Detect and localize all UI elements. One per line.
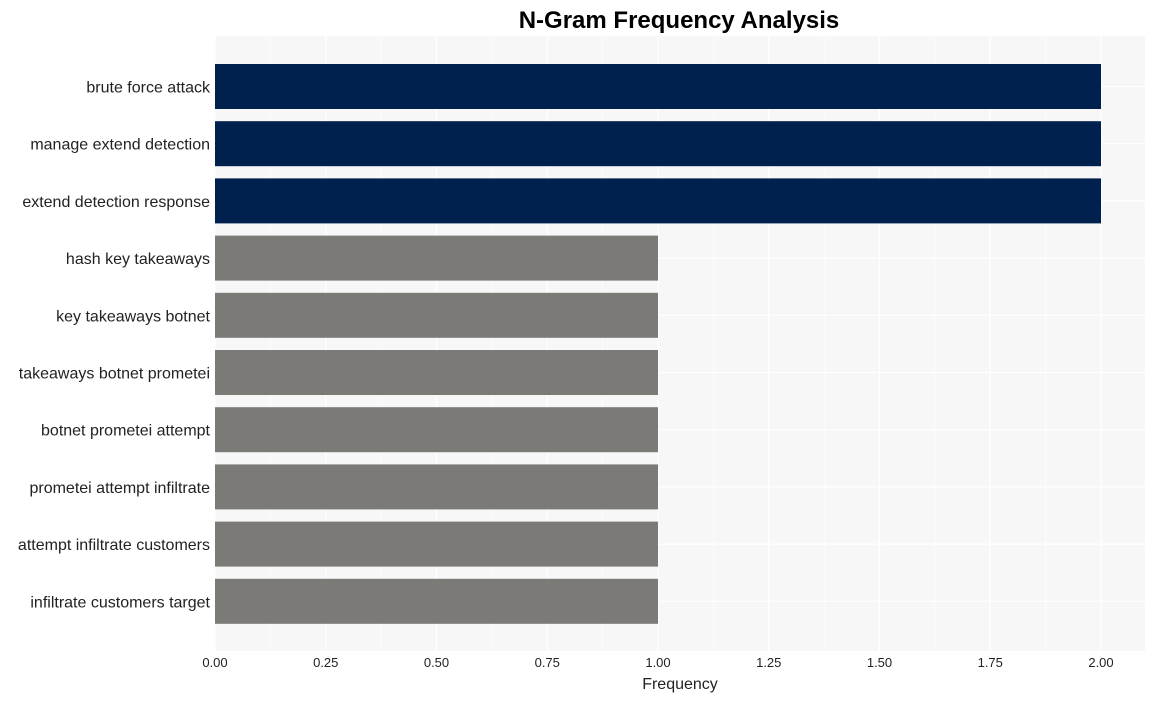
y-tick-label: takeaways botnet prometei: [19, 366, 210, 383]
bar: [215, 64, 1101, 109]
y-axis-labels: brute force attack manage extend detectio…: [18, 80, 211, 612]
x-tick-label: 1.50: [867, 655, 892, 670]
x-tick-label: 0.75: [535, 655, 560, 670]
x-axis-title: Frequency: [642, 676, 718, 693]
chart-title: N-Gram Frequency Analysis: [519, 7, 840, 34]
x-tick-label: 2.00: [1088, 655, 1113, 670]
bar: [215, 350, 658, 395]
x-tick-label: 1.25: [756, 655, 781, 670]
x-tick-label: 0.00: [202, 655, 227, 670]
y-tick-label: manage extend detection: [30, 137, 210, 154]
bar: [215, 464, 658, 510]
y-tick-label: prometei attempt infiltrate: [29, 480, 210, 497]
x-tick-label: 1.75: [978, 655, 1003, 670]
x-tick-label: 1.00: [645, 655, 670, 670]
bar: [215, 235, 658, 281]
x-axis-ticks: 0.00 0.25 0.50 0.75 1.00 1.25 1.50 1.75 2.00: [202, 655, 1113, 670]
bar: [215, 407, 658, 453]
bar: [215, 178, 1101, 224]
bar: [215, 578, 658, 624]
bar: [215, 121, 1101, 167]
bar: [215, 521, 658, 567]
y-tick-label: botnet prometei attempt: [41, 423, 211, 440]
ngram-bar-chart: N-Gram Frequency Analysis brute force at…: [18, 7, 1145, 693]
y-tick-label: hash key takeaways: [66, 251, 210, 268]
y-tick-label: infiltrate customers target: [30, 594, 210, 611]
x-tick-label: 0.50: [424, 655, 449, 670]
x-tick-label: 0.25: [313, 655, 338, 670]
y-tick-label: extend detection response: [22, 194, 210, 211]
y-tick-label: key takeaways botnet: [56, 308, 210, 325]
y-tick-label: attempt infiltrate customers: [18, 537, 210, 554]
y-tick-label: brute force attack: [86, 80, 211, 97]
bar: [215, 292, 658, 338]
